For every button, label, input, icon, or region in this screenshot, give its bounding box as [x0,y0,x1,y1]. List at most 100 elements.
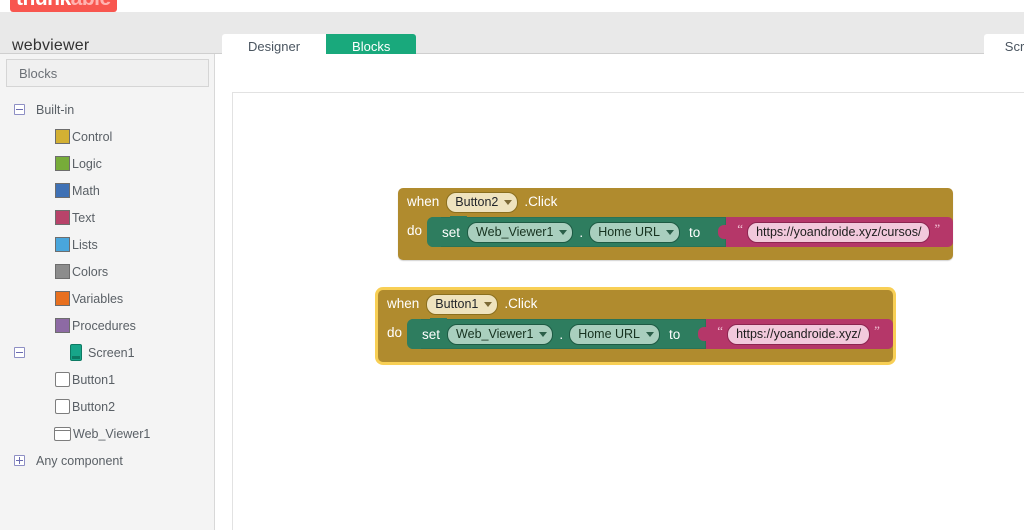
property-separator: . [579,225,583,240]
property-dropdown[interactable]: Home URL [569,324,660,345]
keyword-do: do [387,318,402,348]
block-button2-click[interactable]: when Button2 .Click do set Web [398,188,953,260]
keyword-when: when [387,290,419,318]
c-block-bottom [387,352,455,362]
text-color-swatch [55,210,70,225]
event-do-row: do set Web_Viewer1 . Home URL [378,318,893,362]
event-block-body[interactable]: when Button1 .Click do set Web [378,290,893,362]
tree-label-control: Control [72,130,112,144]
tree-label-button2: Button2 [72,400,115,414]
screen-icon [70,344,82,361]
page-title: webviewer [12,37,89,55]
keyword-set: set [442,225,460,240]
tree-label-builtin: Built-in [36,103,74,117]
tree-node-colors[interactable]: Colors [0,258,215,285]
c-block-bottom [407,250,475,260]
header-bar: webviewer Designer Blocks Screen1 [0,12,1024,54]
blocks-workspace[interactable]: when Button2 .Click do set Web [215,54,1024,530]
event-block-body[interactable]: when Button2 .Click do set Web [398,188,953,260]
webviewer-icon [54,427,71,441]
quote-close: ” [934,223,940,235]
property-dropdown[interactable]: Home URL [589,222,680,243]
target-component-dropdown[interactable]: Web_Viewer1 [467,222,573,243]
tree-node-button2[interactable]: Button2 [0,393,215,420]
block-connector-notch [430,318,447,325]
tree-label-webviewer1: Web_Viewer1 [73,427,150,441]
brand-strip: thunkable [0,0,1024,12]
tree-label-math: Math [72,184,100,198]
keyword-when: when [407,188,439,216]
set-property-block[interactable]: set Web_Viewer1 . Home URL to [408,319,706,349]
tree-node-webviewer1[interactable]: Web_Viewer1 [0,420,215,447]
app-root: thunkable webviewer Designer Blocks Scre… [0,0,1024,530]
component-dropdown[interactable]: Button1 [426,294,498,315]
chevron-down-icon[interactable] [539,332,547,337]
event-header-row: when Button1 .Click [378,290,893,318]
tree-label-lists: Lists [72,238,98,252]
tree-node-control[interactable]: Control [0,123,215,150]
chevron-down-icon[interactable] [646,332,654,337]
quote-open: “ [737,223,743,235]
property-name: Home URL [598,223,660,242]
text-string-block[interactable]: “ https://yoandroide.xyz/ ” [706,319,893,349]
block-connector-notch [450,216,467,223]
logo-text-dark: thunk [16,0,71,10]
logo-text-pale: able [71,0,111,10]
tree-node-math[interactable]: Math [0,177,215,204]
tree-label-button1: Button1 [72,373,115,387]
event-header-row: when Button2 .Click [398,188,953,216]
button-icon [55,399,70,414]
palette-header: Blocks [6,59,209,87]
target-component-dropdown[interactable]: Web_Viewer1 [447,324,553,345]
component-name: Button1 [435,295,478,314]
lists-color-swatch [55,237,70,252]
tree-node-variables[interactable]: Variables [0,285,215,312]
text-string-block[interactable]: “ https://yoandroide.xyz/cursos/ ” [726,217,953,247]
target-component-name: Web_Viewer1 [456,325,533,344]
colors-color-swatch [55,264,70,279]
expand-icon[interactable] [14,455,25,466]
quote-close: ” [874,325,880,337]
button-icon [55,372,70,387]
tree-node-builtin[interactable]: Built-in [0,96,215,123]
property-name: Home URL [578,325,640,344]
tree-label-any-component: Any component [36,454,123,468]
value-socket [689,325,698,343]
target-component-name: Web_Viewer1 [476,223,553,242]
tree-node-lists[interactable]: Lists [0,231,215,258]
chevron-down-icon[interactable] [504,200,512,205]
event-suffix: .Click [524,188,557,216]
block-button1-click[interactable]: when Button1 .Click do set Web [378,290,893,362]
keyword-do: do [407,216,422,246]
statement-stack: set Web_Viewer1 . Home URL to [408,318,893,349]
keyword-to: to [669,327,680,342]
chevron-down-icon[interactable] [559,230,567,235]
tree-node-procedures[interactable]: Procedures [0,312,215,339]
chevron-down-icon[interactable] [666,230,674,235]
tree-node-any-component[interactable]: Any component [0,447,215,474]
value-socket [709,223,718,241]
control-color-swatch [55,129,70,144]
tree-node-button1[interactable]: Button1 [0,366,215,393]
tree-node-text[interactable]: Text [0,204,215,231]
thunkable-logo[interactable]: thunkable [10,0,117,12]
tree-label-text: Text [72,211,95,225]
tree-label-variables: Variables [72,292,123,306]
set-property-block[interactable]: set Web_Viewer1 . Home URL to [428,217,726,247]
property-separator: . [559,327,563,342]
logic-color-swatch [55,156,70,171]
url-text-field[interactable]: https://yoandroide.xyz/ [727,324,870,345]
tree-label-procedures: Procedures [72,319,136,333]
event-do-row: do set Web_Viewer1 . Home URL [398,216,953,260]
tree-node-screen1[interactable]: Screen1 [0,339,215,366]
procedures-color-swatch [55,318,70,333]
collapse-icon[interactable] [14,104,25,115]
collapse-icon[interactable] [14,347,25,358]
chevron-down-icon[interactable] [484,302,492,307]
url-text-field[interactable]: https://yoandroide.xyz/cursos/ [747,222,930,243]
blocks-tree: Built-in Control Logic Math Text Lists [0,96,215,474]
component-dropdown[interactable]: Button2 [446,192,518,213]
tree-node-logic[interactable]: Logic [0,150,215,177]
math-color-swatch [55,183,70,198]
tree-label-screen1: Screen1 [88,346,135,360]
